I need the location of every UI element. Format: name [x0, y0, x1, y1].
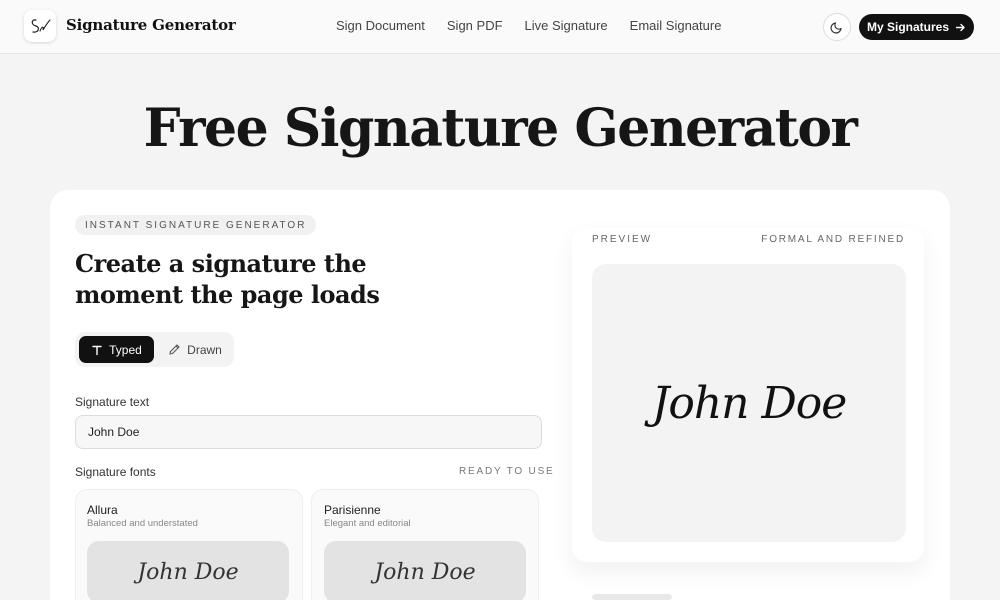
signature-text-input[interactable] — [75, 415, 542, 449]
font-sample: John Doe — [87, 541, 289, 600]
generator-title: Create a signature the moment the page l… — [75, 249, 380, 309]
preview-signature: John Doe — [651, 377, 848, 429]
signature-fonts-label: Signature fonts — [75, 465, 156, 479]
font-name: Parisienne — [324, 503, 381, 517]
font-description: Elegant and editorial — [324, 518, 411, 529]
font-sample: John Doe — [324, 541, 526, 600]
preview-footer-bar — [592, 594, 672, 600]
signature-text-label: Signature text — [75, 395, 150, 409]
nav-email-signature[interactable]: Email Signature — [630, 18, 722, 33]
my-signatures-label: My Signatures — [866, 20, 950, 34]
signature-preview: John Doe — [592, 264, 906, 542]
my-signatures-button[interactable]: My Signatures — [859, 14, 974, 40]
nav-sign-document[interactable]: Sign Document — [336, 18, 425, 33]
mode-drawn-button[interactable]: Drawn — [160, 336, 230, 363]
arrow-right-icon — [955, 23, 965, 31]
moon-icon — [830, 22, 842, 34]
pencil-icon — [169, 344, 180, 355]
preview-style-label: FORMAL AND REFINED — [761, 234, 905, 245]
top-header: Signature Generator Sign Document Sign P… — [0, 0, 1000, 54]
fonts-status: READY TO USE — [459, 466, 555, 477]
font-description: Balanced and understated — [87, 518, 198, 529]
nav-sign-pdf[interactable]: Sign PDF — [447, 18, 503, 33]
signature-logo-icon[interactable] — [24, 10, 56, 42]
text-icon — [92, 345, 102, 355]
main-nav: Sign Document Sign PDF Live Signature Em… — [336, 18, 721, 33]
mode-typed-button[interactable]: Typed — [79, 336, 154, 363]
font-name: Allura — [87, 503, 118, 517]
eyebrow-badge: INSTANT SIGNATURE GENERATOR — [75, 215, 317, 235]
nav-live-signature[interactable]: Live Signature — [525, 18, 608, 33]
preview-label: PREVIEW — [592, 234, 653, 245]
theme-toggle-button[interactable] — [823, 13, 851, 41]
brand-name[interactable]: Signature Generator — [66, 16, 236, 34]
mode-drawn-label: Drawn — [187, 342, 222, 357]
page-title: Free Signature Generator — [143, 98, 858, 159]
mode-typed-label: Typed — [109, 342, 142, 357]
